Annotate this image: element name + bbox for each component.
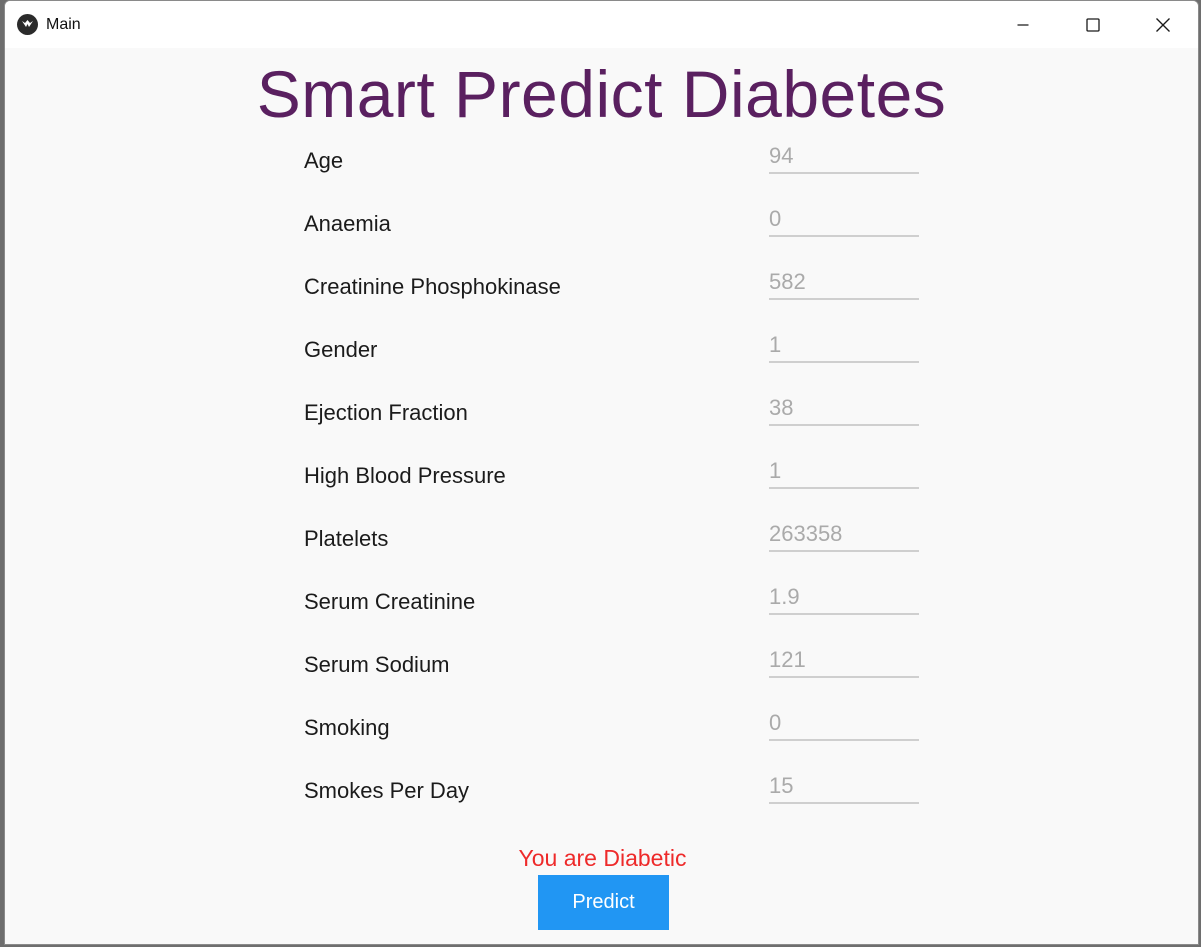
minimize-button[interactable] bbox=[988, 1, 1058, 48]
predict-button[interactable]: Predict bbox=[538, 875, 669, 930]
creatinine-phosphokinase-label: Creatinine Phosphokinase bbox=[304, 274, 561, 299]
age-label: Age bbox=[304, 148, 344, 173]
smoking-label: Smoking bbox=[304, 715, 390, 740]
high-blood-pressure-input[interactable] bbox=[769, 455, 919, 489]
creatinine-phosphokinase-input[interactable] bbox=[769, 266, 919, 300]
high-blood-pressure-label: High Blood Pressure bbox=[304, 463, 506, 488]
serum-sodium-label: Serum Sodium bbox=[304, 652, 450, 677]
anaemia-input[interactable] bbox=[769, 203, 919, 237]
maximize-button[interactable] bbox=[1058, 1, 1128, 48]
close-button[interactable] bbox=[1128, 1, 1198, 48]
form-row-platelets: Platelets bbox=[304, 518, 924, 558]
prediction-result: You are Diabetic bbox=[518, 845, 687, 871]
app-content: Smart Predict Diabetes Age Anaemia Creat… bbox=[5, 48, 1198, 944]
ejection-fraction-input[interactable] bbox=[769, 392, 919, 426]
serum-creatinine-label: Serum Creatinine bbox=[304, 589, 476, 614]
app-window: Main Smart Predict Diabetes Age 94 Anaem… bbox=[4, 0, 1199, 945]
serum-creatinine-input[interactable] bbox=[769, 581, 919, 615]
form-row-serum-sodium: Serum Sodium bbox=[304, 644, 924, 684]
gender-label: Gender bbox=[304, 337, 378, 362]
form-row-serum-creatinine: Serum Creatinine bbox=[304, 581, 924, 621]
maximize-icon bbox=[1086, 17, 1100, 32]
title-bar[interactable]: Main bbox=[5, 1, 1198, 48]
ejection-fraction-label: Ejection Fraction bbox=[304, 400, 468, 425]
platelets-label: Platelets bbox=[304, 526, 389, 551]
age-input[interactable] bbox=[769, 140, 919, 174]
kivy-logo-icon bbox=[17, 14, 38, 35]
window-controls bbox=[988, 1, 1198, 48]
minimize-icon bbox=[1017, 23, 1029, 26]
platelets-input[interactable] bbox=[769, 518, 919, 552]
smokes-per-day-input[interactable] bbox=[769, 770, 919, 804]
smokes-per-day-label: Smokes Per Day bbox=[304, 778, 470, 803]
anaemia-label: Anaemia bbox=[304, 211, 391, 236]
gender-input[interactable] bbox=[769, 329, 919, 363]
form-row-high-blood-pressure: High Blood Pressure bbox=[304, 455, 924, 495]
form-row-smokes-per-day: Smokes Per Day bbox=[304, 770, 924, 810]
window-title: Main bbox=[46, 15, 81, 33]
serum-sodium-input[interactable] bbox=[769, 644, 919, 678]
close-icon bbox=[1156, 17, 1170, 32]
form-row-gender: Gender bbox=[304, 329, 924, 369]
page-title: Smart Predict Diabetes bbox=[256, 57, 947, 131]
form-row-age: Age bbox=[304, 140, 924, 180]
form-row-smoking: Smoking bbox=[304, 707, 924, 747]
smoking-input[interactable] bbox=[769, 707, 919, 741]
form-row-creatinine-phosphokinase: Creatinine Phosphokinase bbox=[304, 266, 924, 306]
form-row-ejection-fraction: Ejection Fraction bbox=[304, 392, 924, 432]
form-row-anaemia: Anaemia bbox=[304, 203, 924, 243]
